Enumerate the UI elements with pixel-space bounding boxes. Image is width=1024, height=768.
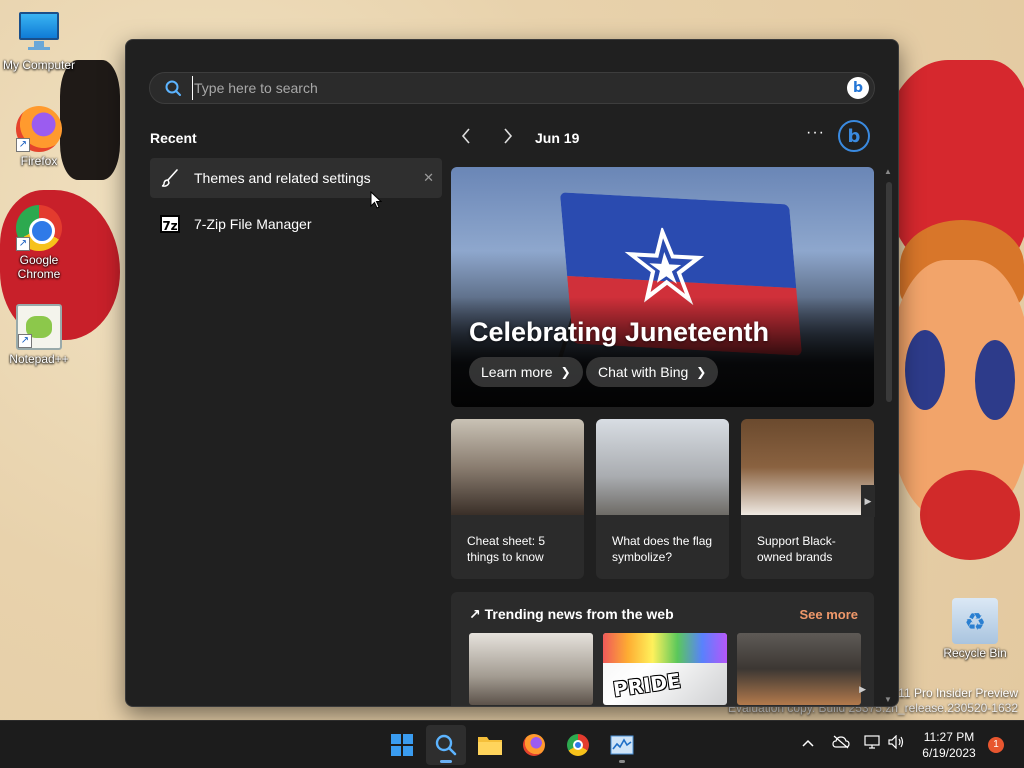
shortcut-arrow-icon: ↗ [18, 334, 32, 348]
recycle-bin-icon: ♻ [952, 598, 998, 644]
bing-icon[interactable]: b [847, 77, 869, 99]
chat-with-bing-button[interactable]: Chat with Bing ❯ [586, 357, 719, 387]
wallpaper-shape [920, 470, 1020, 560]
search-flyout: b Recent Themes and related settings ✕ 7… [125, 39, 899, 707]
search-box[interactable]: b [149, 72, 875, 104]
chrome-icon: ↗ [16, 205, 62, 251]
task-manager-button[interactable] [602, 725, 642, 765]
scroll-up-icon[interactable]: ▲ [884, 167, 892, 176]
clock-time: 11:27 PM [923, 730, 975, 744]
firefox-button[interactable] [514, 725, 554, 765]
recent-heading: Recent [150, 130, 197, 146]
network-icon[interactable] [864, 735, 880, 752]
desktop-icon-label: Recycle Bin [943, 646, 1007, 660]
scrollbar-thumb[interactable] [886, 182, 892, 402]
os-watermark-line1: s 11 Pro Insider Preview [888, 686, 1018, 700]
brush-icon [159, 167, 181, 189]
running-indicator [619, 760, 625, 763]
start-button[interactable] [382, 725, 422, 765]
highlights-date: Jun 19 [535, 130, 580, 146]
taskbar: 11:27 PM 6/19/2023 1 [0, 720, 1024, 768]
firefox-icon [523, 734, 545, 756]
see-more-link[interactable]: See more [799, 607, 858, 622]
file-explorer-button[interactable] [470, 725, 510, 765]
trending-news-thumbnail[interactable] [469, 633, 593, 705]
trending-arrow-icon: ↗ [469, 606, 481, 622]
previous-day-icon[interactable] [461, 128, 471, 149]
folder-icon [478, 737, 502, 755]
notification-badge[interactable]: 1 [988, 737, 1004, 753]
chevron-right-icon: ❯ [696, 365, 707, 379]
card-caption: What does the flag symbolize? [612, 534, 713, 564]
chevron-right-icon: ❯ [560, 365, 571, 379]
bing-chat-icon[interactable]: b [838, 120, 870, 152]
hero-gradient [451, 297, 874, 407]
desktop-icon-my-computer[interactable]: My Computer [0, 10, 78, 72]
chrome-icon [567, 734, 589, 756]
card-flag-symbolize[interactable]: What does the flag symbolize? [596, 419, 729, 579]
windows-logo-icon [391, 734, 413, 756]
shortcut-arrow-icon: ↗ [16, 237, 30, 251]
wallpaper-shape [975, 340, 1015, 420]
trending-title: ↗ Trending news from the web [469, 606, 674, 622]
more-options-icon[interactable]: ··· [806, 124, 825, 142]
desktop-icon-label: Google Chrome [17, 253, 61, 281]
recent-item-7zip[interactable]: 7z 7-Zip File Manager [150, 204, 442, 244]
recent-item-label: Themes and related settings [194, 170, 371, 186]
trending-news-thumbnail[interactable]: PRIDE [603, 633, 727, 705]
desktop-icon-label: Firefox [20, 154, 58, 168]
remove-recent-icon[interactable]: ✕ [423, 170, 434, 186]
highlights-scrollbar[interactable]: ▲ ▼ [883, 167, 897, 706]
cards-next-arrow-icon[interactable]: ▶ [861, 485, 875, 517]
card-caption: Support Black-owned brands [757, 534, 836, 564]
computer-icon [16, 10, 62, 56]
chrome-button[interactable] [558, 725, 598, 765]
card-black-owned-brands[interactable]: Support Black-owned brands [741, 419, 874, 579]
7zip-icon: 7z [159, 213, 181, 235]
trending-news-thumbnail[interactable] [737, 633, 861, 705]
clock-date: 6/19/2023 [922, 746, 976, 760]
desktop-icon-label: My Computer [2, 58, 76, 72]
onedrive-offline-icon[interactable] [832, 735, 850, 752]
recent-item-themes[interactable]: Themes and related settings ✕ [150, 158, 442, 198]
mouse-cursor-icon [370, 191, 383, 209]
wallpaper-shape [905, 330, 945, 410]
search-button[interactable] [426, 725, 466, 765]
card-image [451, 419, 584, 515]
desktop-icon-google-chrome[interactable]: ↗ Google Chrome [0, 205, 78, 281]
active-indicator [440, 760, 452, 763]
hero-card-juneteenth[interactable]: Celebrating Juneteenth Learn more ❯ Chat … [451, 167, 874, 407]
desktop-icon-firefox[interactable]: ↗ Firefox [0, 106, 78, 168]
hero-title: Celebrating Juneteenth [469, 317, 770, 347]
scroll-down-icon[interactable]: ▼ [884, 695, 892, 704]
card-caption: Cheat sheet: 5 things to know [467, 534, 546, 564]
search-icon [165, 80, 181, 96]
search-input[interactable] [192, 76, 847, 100]
desktop-icon-notepad-plus-plus[interactable]: ↗ Notepad++ [0, 304, 78, 366]
trending-next-arrow-icon[interactable]: ▶ [859, 684, 866, 695]
card-cheat-sheet[interactable]: Cheat sheet: 5 things to know [451, 419, 584, 579]
card-image [741, 419, 874, 515]
task-manager-icon [610, 735, 634, 755]
search-icon [435, 734, 457, 756]
trending-news-section: ↗ Trending news from the web See more PR… [451, 592, 874, 706]
next-day-icon[interactable] [503, 128, 513, 149]
volume-icon[interactable] [888, 734, 904, 752]
firefox-icon: ↗ [16, 106, 62, 152]
shortcut-arrow-icon: ↗ [16, 138, 30, 152]
learn-more-button[interactable]: Learn more ❯ [469, 357, 583, 387]
notepad-plus-plus-icon: ↗ [16, 304, 62, 350]
system-clock[interactable]: 11:27 PM 6/19/2023 [914, 729, 984, 761]
recent-item-label: 7-Zip File Manager [194, 216, 312, 232]
desktop-icon-recycle-bin[interactable]: ♻ Recycle Bin [936, 598, 1014, 660]
card-image [596, 419, 729, 515]
desktop-icon-label: Notepad++ [9, 352, 69, 366]
show-hidden-icons-icon[interactable] [802, 735, 814, 751]
